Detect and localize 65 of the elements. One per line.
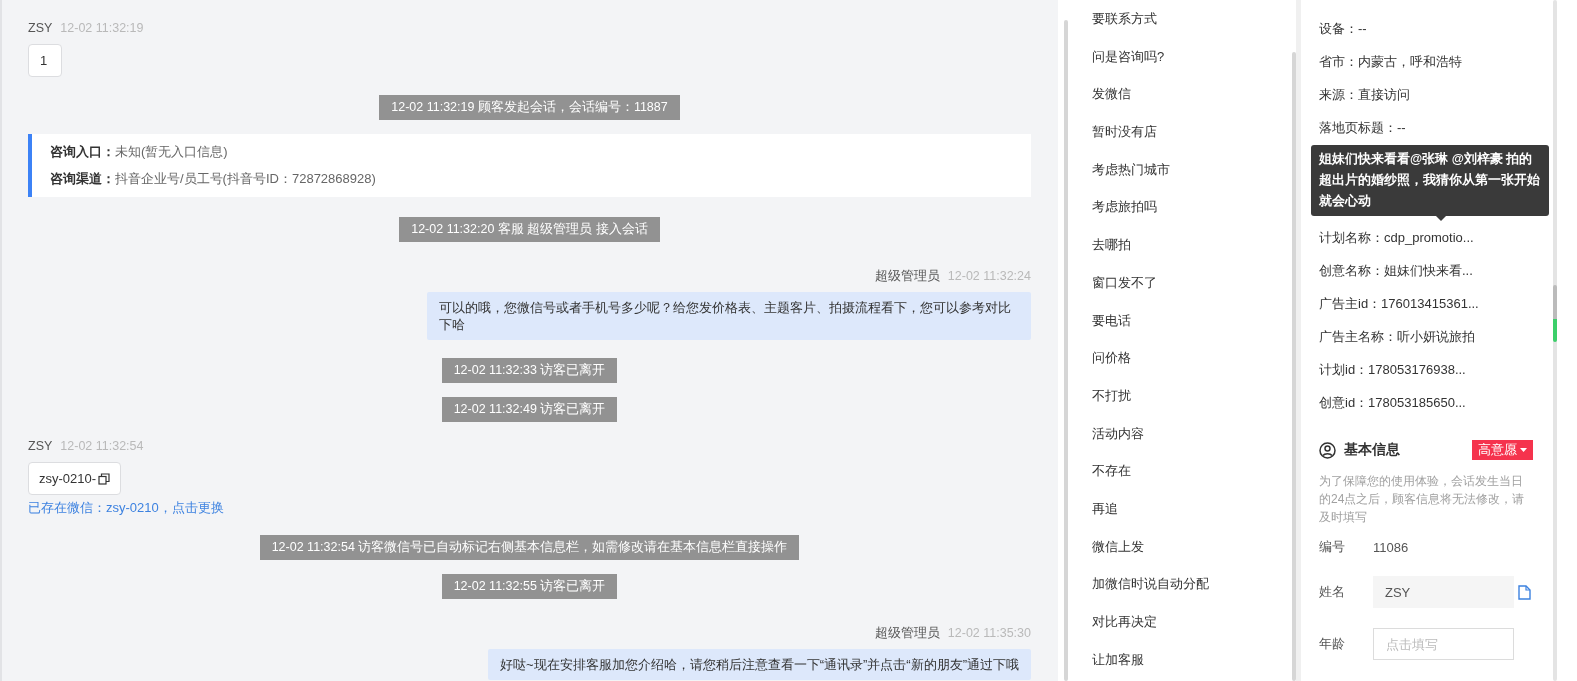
field-value: 11086 (1373, 539, 1409, 555)
system-notice: 12-02 11:32:54 访客微信号已自动标记右侧基本信息栏，如需修改请在基本信息栏直接操作 (259, 535, 800, 560)
notice-text: 为了保障您的使用体验，会话发生当日的24点之后，顾客信息将无法修改，请及时填写 (1319, 473, 1526, 526)
quick-reply-item[interactable]: 发微信 (1064, 75, 1296, 114)
visitor-info-row-text: 省市：内蒙古，呼和浩特 (1319, 53, 1463, 71)
user-icon (1319, 441, 1336, 459)
scrollbar-thumb[interactable] (1553, 285, 1557, 342)
quick-reply-item[interactable]: 问价格 (1064, 339, 1296, 377)
system-notice: 12-02 11:32:33 访客已离开 (441, 358, 618, 383)
visitor-info-row-text: 创意名称：姐妹们快来看... (1319, 262, 1474, 280)
quick-reply-item[interactable]: 对比再决定 (1064, 603, 1296, 641)
field-label: 年龄 (1319, 635, 1346, 653)
caret-icon (1520, 447, 1527, 453)
age-field[interactable]: 点击填写 (1373, 628, 1514, 660)
entry-info: 咨询入口：未知(暂无入口信息) (50, 143, 229, 161)
wechat-link[interactable]: 已存在微信：zsy-0210，点击更换 (28, 499, 224, 517)
quick-reply-item[interactable]: 窗口发不了 (1064, 263, 1296, 302)
quick-reply-item[interactable]: 要电话 (1064, 301, 1296, 340)
quick-reply-item[interactable]: 活动内容 (1064, 414, 1296, 453)
quick-reply-item[interactable]: 再追 (1064, 489, 1296, 528)
field-label: 编号 (1319, 538, 1346, 556)
message-bubble: 可以的哦，您微信号或者手机号多少呢？给您发价格表、主题客片、拍摄流程看下，您可以参考对比下哈 (427, 292, 1031, 340)
intent-dropdown[interactable]: 高意愿 (1472, 440, 1533, 460)
visitor-info-row-text: 广告主名称：听小妍说旅拍 (1319, 328, 1476, 346)
message-bubble: zsy-0210- (28, 462, 122, 495)
message-time: 12-02 11:35:30 (947, 625, 1031, 642)
name-field[interactable]: ZSY (1373, 576, 1514, 608)
section-title: 基本信息 (1344, 441, 1401, 459)
quick-reply-item[interactable]: 让加客服 (1064, 640, 1296, 679)
visitor-info-row-text: 广告主id：176013415361... (1319, 295, 1480, 313)
quick-reply-item[interactable]: 去哪拍 (1064, 226, 1296, 264)
visitor-info-row-text: 计划名称：cdp_promotio... (1319, 229, 1475, 247)
visitor-info-row-text: 设备：-- (1319, 20, 1368, 38)
scrollbar[interactable] (1064, 20, 1068, 681)
visitor-info-row-text: 创意id：178053185650... (1319, 394, 1467, 412)
visitor-info-row-text: 来源：直接访问 (1319, 86, 1411, 104)
entry-info: 咨询渠道：抖音企业号/员工号(抖音号ID：72872868928) (50, 170, 377, 188)
sender-name: ZSY (28, 20, 53, 37)
field-label: 姓名 (1319, 583, 1346, 601)
tooltip-arrow (1436, 216, 1446, 221)
message-time: 12-02 11:32:19 (60, 20, 144, 37)
quick-reply-item[interactable]: 要联系方式 (1064, 0, 1296, 38)
message-bubble: 好哒~现在安排客服加您介绍哈，请您稍后注意查看一下“通讯录”并点击“新的朋友”通过下哦 (488, 649, 1031, 680)
message-bubble: 1 (28, 44, 62, 77)
sender-name: 超级管理员 (874, 625, 940, 642)
system-notice: 12-02 11:32:19 顾客发起会话，会话编号：11887 (379, 95, 680, 120)
quick-reply-item[interactable]: 不打扰 (1064, 376, 1296, 415)
quick-reply-item[interactable]: 加微信时说自动分配 (1064, 565, 1296, 603)
copy-icon[interactable] (98, 472, 111, 485)
quick-reply-item[interactable]: 不存在 (1064, 452, 1296, 490)
system-notice: 12-02 11:32:55 访客已离开 (441, 574, 618, 599)
visitor-info-row-text: 计划id：178053176938... (1319, 361, 1467, 379)
system-notice: 12-02 11:32:49 访客已离开 (441, 397, 618, 422)
sender-name: ZSY (28, 438, 53, 455)
system-notice: 12-02 11:32:20 客服 超级管理员 接入会话 (399, 217, 660, 242)
visitor-info-row-text: 落地页标题：-- (1319, 119, 1407, 137)
quick-reply-item[interactable]: 微信上发 (1064, 527, 1296, 566)
quick-reply-item[interactable]: 暂时没有店 (1064, 113, 1296, 151)
document-icon[interactable] (1518, 584, 1531, 600)
quick-reply-item[interactable]: 问是咨询吗? (1064, 37, 1296, 76)
quick-reply-item[interactable]: 考虑热门城市 (1064, 150, 1296, 189)
sender-name: 超级管理员 (874, 268, 940, 285)
quick-reply-item[interactable]: 考虑旅拍吗 (1064, 188, 1296, 227)
message-time: 12-02 11:32:54 (60, 438, 144, 455)
message-time: 12-02 11:32:24 (947, 268, 1031, 285)
